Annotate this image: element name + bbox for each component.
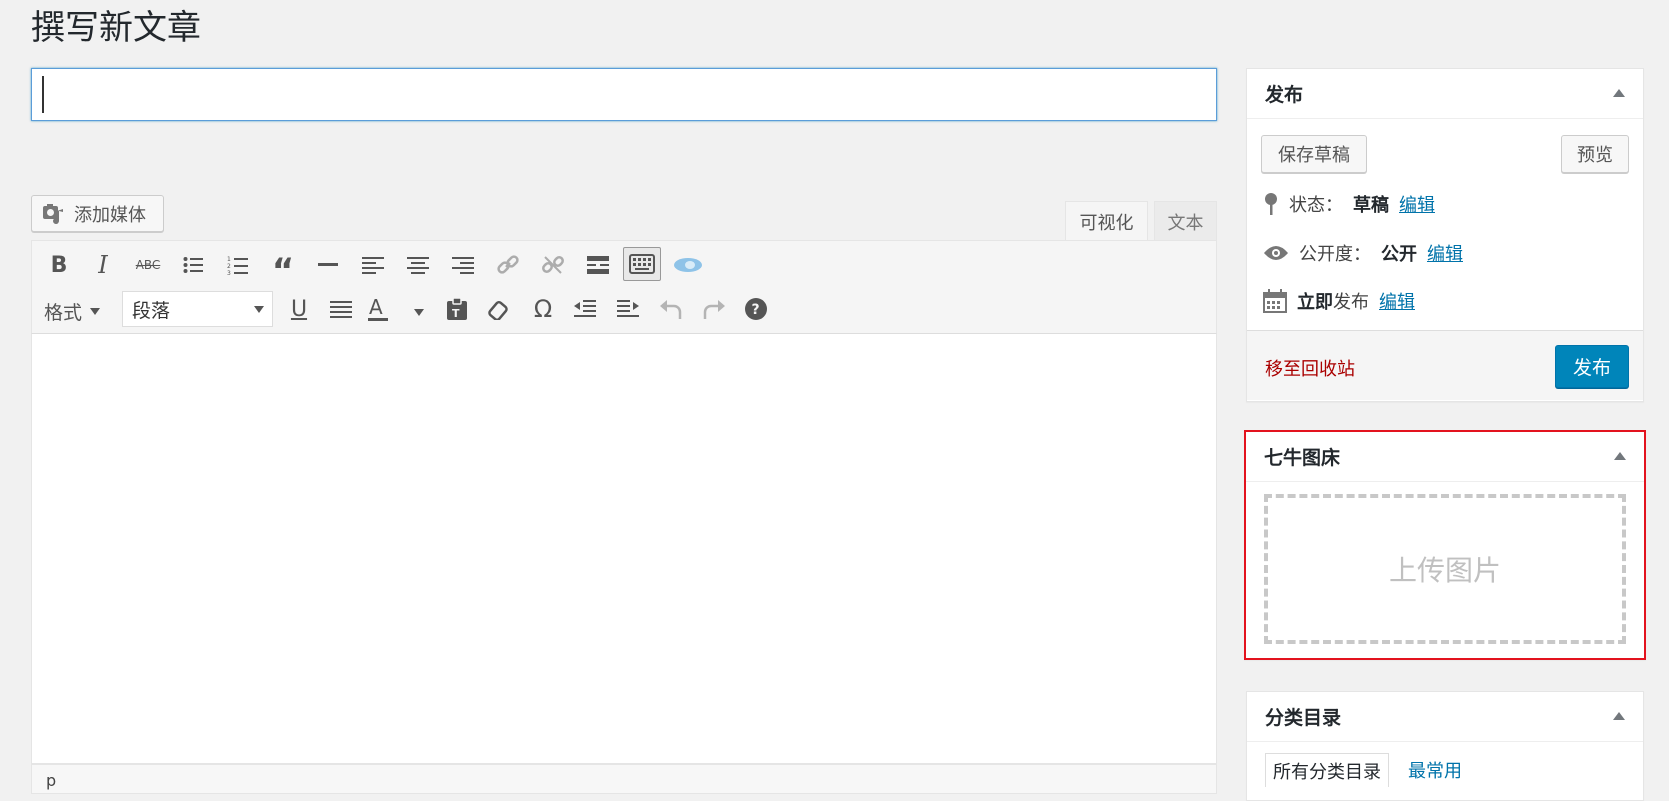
- special-character-icon[interactable]: Ω: [527, 293, 559, 325]
- blockquote-icon[interactable]: “: [267, 249, 299, 288]
- svg-text:?: ?: [752, 302, 760, 318]
- qiniu-box: 七牛图床 上传图片: [1244, 430, 1646, 660]
- status-label: 状态：: [1289, 195, 1343, 216]
- editor-status-path: p: [31, 764, 1217, 794]
- paragraph-select-value: 段落: [132, 299, 171, 322]
- status-row: 状态： 草稿 编辑: [1263, 191, 1435, 217]
- strikethrough-icon[interactable]: ABC: [132, 249, 164, 281]
- italic-icon[interactable]: I: [87, 249, 119, 281]
- svg-text:2: 2: [227, 263, 231, 270]
- schedule-label: 发布: [1333, 292, 1369, 313]
- preview-button[interactable]: 预览: [1561, 135, 1629, 173]
- help-icon[interactable]: ?: [740, 293, 772, 325]
- move-to-trash-link[interactable]: 移至回收站: [1265, 355, 1355, 381]
- indent-icon[interactable]: [612, 293, 644, 325]
- add-media-label: 添加媒体: [74, 204, 146, 226]
- svg-text:3: 3: [227, 270, 231, 275]
- paragraph-select[interactable]: 段落: [122, 291, 273, 327]
- underline-icon[interactable]: U: [283, 293, 315, 325]
- eye-icon: [1264, 246, 1288, 260]
- editor-content-area[interactable]: [31, 334, 1217, 764]
- align-left-icon[interactable]: [357, 249, 389, 281]
- edit-schedule-link[interactable]: 编辑: [1379, 288, 1415, 314]
- schedule-immediate: 立即: [1297, 292, 1333, 313]
- text-caret: [42, 76, 44, 113]
- qiniu-box-title: 七牛图床: [1264, 447, 1341, 469]
- clear-format-icon[interactable]: [483, 293, 515, 325]
- undo-icon[interactable]: [655, 293, 687, 325]
- status-value: 草稿: [1353, 195, 1389, 216]
- chevron-down-icon: [90, 308, 101, 315]
- horizontal-line-icon[interactable]: [312, 249, 344, 281]
- format-menu[interactable]: 格式: [44, 298, 101, 325]
- paste-text-icon[interactable]: T: [441, 293, 473, 325]
- add-media-icon: [43, 203, 63, 224]
- text-color-icon[interactable]: A: [367, 293, 399, 325]
- pin-icon: [1265, 193, 1277, 215]
- publish-box-header: 发布: [1247, 69, 1643, 119]
- publish-box: 发布 保存草稿 预览 状态： 草稿 编辑 公开度： 公开 编辑 立即发布 编辑 移至回收站…: [1246, 68, 1644, 402]
- publish-actions: 移至回收站 发布: [1247, 330, 1643, 400]
- tab-all-categories[interactable]: 所有分类目录: [1265, 753, 1389, 787]
- publish-button[interactable]: 发布: [1555, 345, 1629, 388]
- calendar-icon: [1263, 289, 1287, 313]
- categories-box-title: 分类目录: [1265, 707, 1342, 729]
- numbered-list-icon[interactable]: 123: [222, 249, 254, 281]
- toolbar-toggle-icon[interactable]: [623, 247, 661, 281]
- tab-most-used[interactable]: 最常用: [1401, 753, 1469, 787]
- save-draft-button[interactable]: 保存草稿: [1261, 135, 1367, 173]
- svg-text:T: T: [452, 307, 460, 320]
- outdent-icon[interactable]: [569, 293, 601, 325]
- schedule-row: 立即发布 编辑: [1263, 288, 1415, 314]
- collapse-icon[interactable]: [1613, 89, 1625, 97]
- redo-icon[interactable]: [698, 293, 730, 325]
- edit-visibility-link[interactable]: 编辑: [1427, 240, 1463, 266]
- collapse-icon[interactable]: [1614, 452, 1626, 460]
- visibility-label: 公开度：: [1299, 244, 1371, 265]
- visibility-value: 公开: [1381, 244, 1417, 265]
- chevron-down-icon: [254, 306, 264, 313]
- read-more-icon[interactable]: [582, 249, 614, 281]
- editor-toolbar: B I ABC 123 “ 格式 段落 U A T Ω ?: [31, 240, 1217, 334]
- format-label: 格式: [44, 302, 83, 324]
- page-title: 撰写新文章: [31, 8, 201, 48]
- align-center-icon[interactable]: [402, 249, 434, 281]
- svg-text:A: A: [369, 297, 383, 319]
- tab-text[interactable]: 文本: [1154, 201, 1217, 241]
- add-media-button[interactable]: 添加媒体: [31, 195, 164, 232]
- upload-image-dropzone[interactable]: 上传图片: [1264, 494, 1626, 644]
- svg-text:1: 1: [227, 256, 231, 263]
- collapse-icon[interactable]: [1613, 712, 1625, 720]
- post-title-input[interactable]: [31, 68, 1217, 121]
- qiniu-box-header: 七牛图床: [1246, 432, 1644, 482]
- visibility-row: 公开度： 公开 编辑: [1263, 240, 1463, 266]
- unlink-icon[interactable]: [537, 249, 569, 281]
- link-icon[interactable]: [492, 249, 524, 281]
- align-right-icon[interactable]: [447, 249, 479, 281]
- bold-icon[interactable]: B: [43, 249, 75, 281]
- justify-icon[interactable]: [325, 293, 357, 325]
- tab-visual[interactable]: 可视化: [1065, 201, 1148, 241]
- chevron-down-icon[interactable]: [414, 309, 424, 316]
- bullet-list-icon[interactable]: [177, 249, 209, 281]
- categories-box-header: 分类目录: [1247, 692, 1643, 742]
- cloud-plugin-icon[interactable]: [672, 249, 704, 281]
- publish-box-title: 发布: [1265, 84, 1304, 106]
- edit-status-link[interactable]: 编辑: [1399, 191, 1435, 217]
